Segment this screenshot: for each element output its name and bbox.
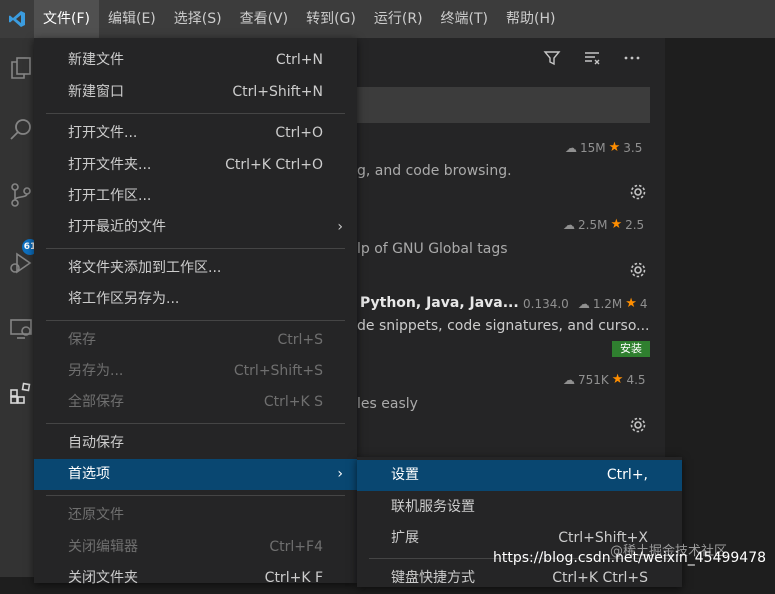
ext-1-stats: ☁ 15M ★ 3.5 — [565, 140, 643, 155]
menu-item-open-file[interactable]: 打开文件... Ctrl+O — [34, 118, 357, 149]
title-bar: 文件(F) 编辑(E) 选择(S) 查看(V) 转到(G) 运行(R) 终端(T… — [0, 0, 775, 38]
menu-separator — [46, 495, 345, 496]
chevron-right-icon: › — [337, 466, 343, 482]
star-icon: ★ — [611, 372, 624, 387]
ext-3-stats: 0.134.0 ☁ 1.2M ★ 4 — [523, 296, 648, 311]
vscode-logo-icon — [0, 0, 34, 38]
menu-help[interactable]: 帮助(H) — [497, 0, 564, 38]
menu-edit[interactable]: 编辑(E) — [99, 0, 165, 38]
extensions-search-input[interactable] — [357, 87, 650, 123]
download-cloud-icon: ☁ — [565, 140, 577, 155]
star-icon: ★ — [610, 217, 623, 232]
menu-item-open-recent[interactable]: 打开最近的文件 › — [34, 212, 357, 243]
watermark-url: https://blog.csdn.net/weixin_45499478 — [493, 550, 767, 566]
clear-results-icon[interactable] — [581, 47, 603, 69]
menu-item-close-folder[interactable]: 关闭文件夹 Ctrl+K F — [34, 563, 357, 594]
menu-file[interactable]: 文件(F) — [34, 0, 99, 38]
menu-item-revert-file[interactable]: 还原文件 — [34, 500, 357, 531]
menu-view[interactable]: 查看(V) — [231, 0, 298, 38]
menu-item-close-editor[interactable]: 关闭编辑器 Ctrl+F4 — [34, 532, 357, 563]
preferences-submenu: 设置 Ctrl+, 联机服务设置 扩展 Ctrl+Shift+X 键盘快捷方式 … — [357, 457, 682, 587]
menu-separator — [46, 248, 345, 249]
more-actions-icon[interactable] — [621, 47, 643, 69]
menu-item-save[interactable]: 保存 Ctrl+S — [34, 325, 357, 356]
star-icon: ★ — [608, 140, 621, 155]
chevron-right-icon: › — [337, 219, 343, 235]
menu-terminal[interactable]: 终端(T) — [432, 0, 497, 38]
submenu-item-keyboard-shortcuts[interactable]: 键盘快捷方式 Ctrl+K Ctrl+S — [357, 563, 682, 594]
star-icon: ★ — [625, 296, 637, 311]
filter-icon[interactable] — [541, 47, 563, 69]
menu-go[interactable]: 转到(G) — [297, 0, 365, 38]
menu-item-save-workspace-as[interactable]: 将工作区另存为... — [34, 284, 357, 315]
ext-4-stats: ☁ 751K ★ 4.5 — [563, 372, 646, 387]
menu-bar: 文件(F) 编辑(E) 选择(S) 查看(V) 转到(G) 运行(R) 终端(T… — [34, 0, 564, 38]
menu-item-save-as[interactable]: 另存为... Ctrl+Shift+S — [34, 356, 357, 387]
ext-2-stats: ☁ 2.5M ★ 2.5 — [563, 217, 645, 232]
menu-item-preferences[interactable]: 首选项 › — [34, 459, 357, 490]
ext-3-install-button[interactable]: 安装 — [612, 341, 650, 357]
download-cloud-icon: ☁ — [563, 372, 575, 387]
download-cloud-icon: ☁ — [563, 217, 575, 232]
ext-4-description: les easly — [357, 396, 418, 412]
file-menu: 新建文件 Ctrl+N 新建窗口 Ctrl+Shift+N 打开文件... Ct… — [34, 38, 357, 586]
menu-item-new-window[interactable]: 新建窗口 Ctrl+Shift+N — [34, 77, 357, 108]
menu-separator — [46, 320, 345, 321]
menu-item-add-folder-to-workspace[interactable]: 将文件夹添加到工作区... — [34, 253, 357, 284]
menu-separator — [46, 113, 345, 114]
ext-2-gear-icon[interactable] — [628, 260, 648, 280]
menu-separator — [46, 423, 345, 424]
download-cloud-icon: ☁ — [577, 296, 590, 311]
menu-item-open-workspace[interactable]: 打开工作区... — [34, 181, 357, 212]
submenu-item-settings[interactable]: 设置 Ctrl+, — [357, 460, 682, 491]
ext-1-gear-icon[interactable] — [628, 182, 648, 202]
menu-selection[interactable]: 选择(S) — [165, 0, 231, 38]
menu-run[interactable]: 运行(R) — [365, 0, 432, 38]
submenu-item-online-services-settings[interactable]: 联机服务设置 — [357, 492, 682, 523]
ext-3-description: de snippets, code signatures, and curso.… — [357, 318, 650, 334]
menu-item-save-all[interactable]: 全部保存 Ctrl+K S — [34, 387, 357, 418]
ext-1-description: g, and code browsing. — [357, 163, 512, 179]
menu-item-open-folder[interactable]: 打开文件夹... Ctrl+K Ctrl+O — [34, 150, 357, 181]
ext-3-title: Python, Java, Java... — [360, 295, 519, 311]
ext-2-description: lp of GNU Global tags — [357, 241, 508, 257]
menu-item-new-file[interactable]: 新建文件 Ctrl+N — [34, 45, 357, 76]
menu-item-auto-save[interactable]: 自动保存 — [34, 428, 357, 459]
ext-4-gear-icon[interactable] — [628, 415, 648, 435]
